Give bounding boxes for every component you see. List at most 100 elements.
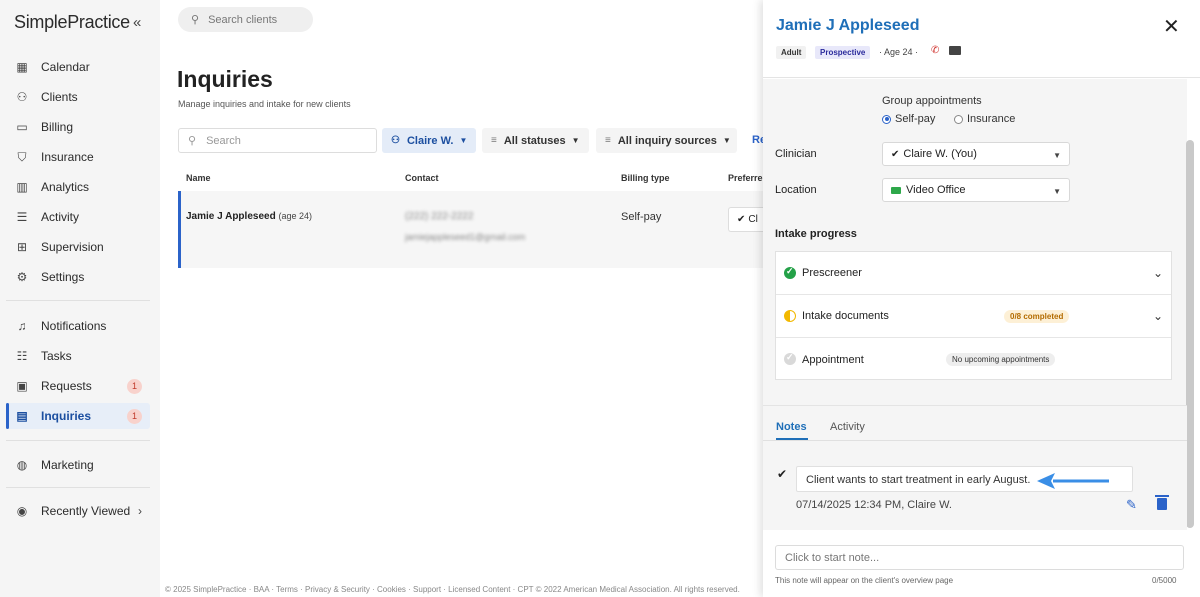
- close-icon[interactable]: ✕: [1163, 17, 1180, 37]
- sidebar: SimplePractice « ▦ Calendar ⚇ Clients ▭ Bil…: [0, 0, 160, 597]
- status-filter[interactable]: ≡ All statuses ▼: [482, 128, 589, 153]
- sidebar-item-calendar[interactable]: ▦ Calendar: [6, 54, 150, 80]
- tab-notes[interactable]: Notes: [776, 421, 807, 433]
- clinician-icon: ⚇: [391, 135, 400, 146]
- inquiries-icon: ▤: [16, 409, 28, 423]
- sidebar-item-supervision[interactable]: ⊞ Supervision: [6, 234, 150, 260]
- row-phone: (222) 222-2222: [405, 211, 474, 222]
- clinician-select[interactable]: ✔ Claire W. (You) ▼: [882, 142, 1070, 166]
- gear-icon: ⚙: [16, 270, 28, 284]
- page-subtitle: Manage inquiries and intake for new clie…: [178, 99, 351, 109]
- author-avatar-icon: ✔: [777, 467, 788, 481]
- row-billing: Self-pay: [621, 211, 662, 223]
- page-title: Inquiries: [177, 66, 273, 92]
- requests-badge: 1: [127, 379, 142, 394]
- bell-icon: ♫: [17, 319, 27, 333]
- radio-insurance[interactable]: Insurance: [954, 113, 1015, 125]
- caret-down-icon: ▼: [571, 136, 580, 145]
- intake-step-appointment: Appointment No upcoming appointments: [776, 338, 1171, 381]
- sidebar-item-tasks[interactable]: ☷ Tasks: [6, 343, 150, 369]
- calendar-icon: ▦: [16, 60, 28, 74]
- sidebar-item-insurance[interactable]: ⛉ Insurance: [6, 144, 150, 170]
- group-appointments-label: Group appointments: [882, 95, 982, 107]
- sidebar-item-analytics[interactable]: ▥ Analytics: [6, 174, 150, 200]
- activity-icon: ☰: [16, 210, 28, 224]
- supervision-icon: ⊞: [16, 240, 28, 254]
- chevron-down-icon[interactable]: ⌄: [1153, 309, 1163, 323]
- sidebar-item-settings[interactable]: ⚙ Settings: [6, 264, 150, 290]
- clinician-avatar-icon: ✔: [891, 148, 900, 160]
- filter-icon: ≡: [605, 135, 611, 146]
- sidebar-item-marketing[interactable]: ◍ Marketing: [6, 452, 150, 478]
- column-header-name[interactable]: Name: [186, 173, 211, 183]
- search-icon: ⚲: [191, 14, 200, 26]
- intake-step-documents[interactable]: Intake documents 0/8 completed ⌄: [776, 295, 1171, 338]
- panel-header: Jamie J Appleseed ✕ Adult Prospective · …: [763, 0, 1200, 78]
- intake-progress-list: Prescreener ⌄ Intake documents 0/8 compl…: [775, 251, 1172, 380]
- note-char-count: 0/5000: [1152, 576, 1177, 585]
- adult-tag: Adult: [776, 46, 807, 59]
- intake-progress-title: Intake progress: [775, 228, 857, 240]
- globe-icon: ◍: [16, 458, 28, 472]
- row-preferred: ✔ Cl: [728, 207, 763, 232]
- pencil-icon[interactable]: ✎: [1126, 497, 1137, 513]
- sidebar-item-requests[interactable]: ▣ Requests 1: [6, 373, 150, 399]
- row-email: jamiejappleseed1@gmail.com: [405, 232, 526, 242]
- sidebar-item-billing[interactable]: ▭ Billing: [6, 114, 150, 140]
- chevron-right-icon: ›: [138, 504, 142, 518]
- search-clients-input[interactable]: ⚲ Search clients: [178, 7, 313, 32]
- sidebar-item-clients[interactable]: ⚇ Clients: [6, 84, 150, 110]
- nav-divider: [6, 300, 150, 301]
- check-circle-icon: [784, 266, 796, 279]
- email-icon[interactable]: [949, 46, 961, 55]
- footer: © 2025 SimplePractice · BAA · Terms · Pr…: [165, 585, 740, 594]
- nav-divider: [6, 487, 150, 488]
- eye-icon: ◉: [16, 504, 28, 518]
- inquiries-badge: 1: [127, 409, 142, 424]
- search-input[interactable]: ⚲ Search: [178, 128, 377, 153]
- status-badge: No upcoming appointments: [946, 353, 1056, 366]
- column-header-contact[interactable]: Contact: [405, 173, 439, 183]
- source-filter[interactable]: ≡ All inquiry sources ▼: [596, 128, 737, 153]
- tab-activity[interactable]: Activity: [830, 421, 865, 433]
- radio-unselected-icon[interactable]: [954, 114, 963, 124]
- logo[interactable]: SimplePractice: [14, 12, 130, 33]
- radio-selected-icon[interactable]: [882, 114, 891, 124]
- location-label: Location: [775, 184, 817, 196]
- sidebar-item-recently-viewed[interactable]: ◉ Recently Viewed ›: [6, 498, 150, 524]
- column-header-preferred[interactable]: Preferre: [728, 173, 763, 183]
- requests-icon: ▣: [16, 379, 28, 393]
- table-row[interactable]: [178, 191, 763, 268]
- chevron-down-icon[interactable]: ⌄: [1153, 266, 1163, 280]
- sidebar-item-activity[interactable]: ☰ Activity: [6, 204, 150, 230]
- clients-icon: ⚇: [16, 90, 28, 104]
- row-client-name[interactable]: Jamie J Appleseed (age 24): [186, 211, 312, 222]
- note-hint: This note will appear on the client's ov…: [775, 576, 954, 585]
- arrow-icon: [1037, 473, 1109, 489]
- intake-step-prescreener[interactable]: Prescreener ⌄: [776, 252, 1171, 295]
- sidebar-item-notifications[interactable]: ♫ Notifications: [6, 313, 150, 339]
- shield-icon: ⛉: [17, 150, 27, 164]
- tasks-icon: ☷: [16, 349, 28, 363]
- radio-self-pay[interactable]: Self-pay: [882, 113, 935, 125]
- note-meta: 07/14/2025 12:34 PM, Claire W.: [796, 499, 952, 511]
- caret-down-icon: ▼: [722, 136, 731, 145]
- chevron-double-left-icon[interactable]: «: [133, 14, 141, 31]
- prospective-tag: Prospective: [815, 46, 871, 59]
- caret-down-icon: ▼: [1053, 151, 1061, 160]
- check-circle-icon: [784, 352, 796, 365]
- new-note-input[interactable]: Click to start note...: [775, 545, 1184, 570]
- client-name[interactable]: Jamie J Appleseed: [776, 17, 919, 35]
- column-header-billing[interactable]: Billing type: [621, 173, 670, 183]
- client-panel: Jamie J Appleseed ✕ Adult Prospective · …: [763, 0, 1200, 597]
- filter-icon: ≡: [491, 135, 497, 146]
- video-icon: [891, 186, 901, 194]
- trash-icon[interactable]: [1155, 495, 1169, 510]
- tab-underline: [776, 438, 808, 440]
- clinician-filter[interactable]: ⚇ Claire W. ▼: [382, 128, 476, 153]
- search-icon: ⚲: [188, 135, 197, 147]
- sidebar-item-inquiries[interactable]: ▤ Inquiries 1: [6, 403, 150, 429]
- scrollbar[interactable]: [1186, 140, 1194, 528]
- location-select[interactable]: Video Office ▼: [882, 178, 1070, 202]
- half-circle-icon: [784, 310, 796, 322]
